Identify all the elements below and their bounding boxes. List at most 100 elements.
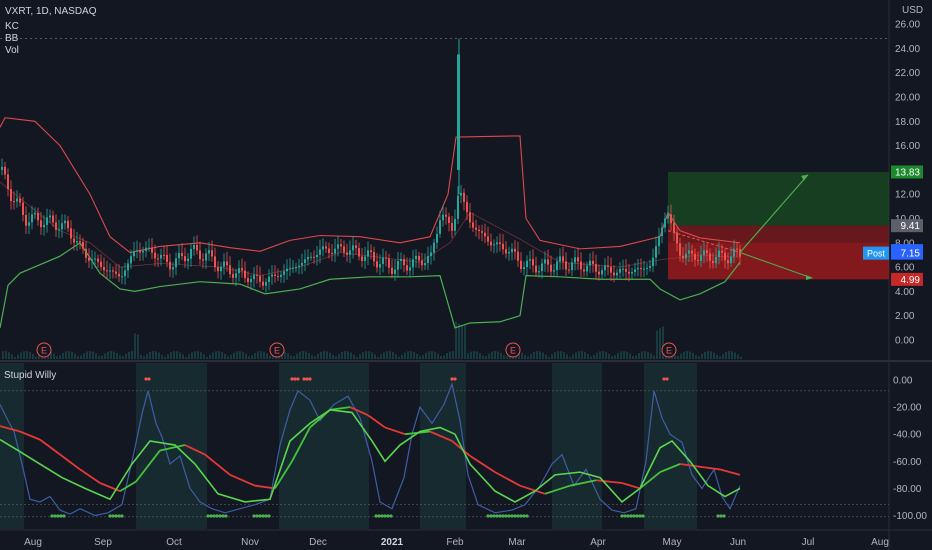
volume-bar <box>356 356 358 359</box>
volume-bar <box>62 352 64 359</box>
volume-bar <box>551 354 553 359</box>
symbol-line: VXRT, 1D, NASDAQ <box>5 6 97 17</box>
bottom-signal-dot <box>383 514 387 518</box>
indicator-shade-5 <box>644 363 697 529</box>
volume-bar <box>476 351 478 359</box>
time-axis-label: Aug <box>24 537 42 548</box>
volume-bar <box>539 351 541 359</box>
volume-bar <box>266 353 268 359</box>
volume-bar <box>533 352 535 359</box>
legend-bb: BB <box>5 33 19 44</box>
candle-body <box>349 250 351 255</box>
legend-kc: KC <box>5 21 19 32</box>
volume-bar <box>581 351 583 359</box>
candle-body <box>586 265 588 272</box>
volume-bar <box>428 351 430 359</box>
volume-bar <box>74 353 76 359</box>
volume-bar <box>392 352 394 359</box>
bottom-signal-dot <box>386 514 390 518</box>
volume-bar <box>20 352 22 359</box>
candle-body <box>175 258 177 268</box>
candle-body <box>562 256 564 262</box>
candle-body <box>694 253 696 260</box>
candle-body <box>457 195 459 219</box>
volume-bar <box>608 353 610 359</box>
candle-body <box>451 223 453 231</box>
bottom-signal-dot <box>377 514 381 518</box>
volume-bar <box>59 355 61 359</box>
candle-body <box>385 257 387 259</box>
candle-body <box>196 244 198 251</box>
candle-body <box>121 276 123 278</box>
volume-bar <box>191 352 193 359</box>
candle-body <box>190 248 192 259</box>
bottom-signal-dot <box>522 514 526 518</box>
volume-bar <box>119 355 121 359</box>
candle-body <box>703 250 705 256</box>
bottom-signal-dot <box>513 514 517 518</box>
top-signal-dot <box>147 377 151 381</box>
volume-bar <box>725 352 727 359</box>
candle-body <box>541 263 543 272</box>
volume-bar <box>494 351 496 359</box>
volume-bar <box>398 356 400 359</box>
indicator-slow-line <box>229 474 256 487</box>
volume-bar <box>443 355 445 359</box>
volume-bar <box>167 354 169 359</box>
candle-body <box>670 214 672 224</box>
candle-body <box>223 261 225 267</box>
time-axis-label: Aug <box>871 537 889 548</box>
volume-bar <box>8 352 10 359</box>
bottom-signal-dot <box>498 514 502 518</box>
candle-body <box>583 269 585 272</box>
candle-body <box>448 216 450 224</box>
candle-body <box>631 272 633 274</box>
candle-body <box>4 166 6 175</box>
candle-body <box>166 254 168 262</box>
candle-body <box>280 274 282 277</box>
candle-body <box>304 259 306 263</box>
candle-body <box>580 261 582 270</box>
volume-bar <box>134 333 136 359</box>
candle-body <box>346 252 348 255</box>
candle-body <box>496 242 498 245</box>
top-signal-dot <box>290 377 294 381</box>
candle-body <box>637 268 639 270</box>
candle-body <box>727 260 729 264</box>
volume-bar <box>578 351 580 359</box>
candle-body <box>94 258 96 260</box>
candle-body <box>601 270 603 275</box>
candle-body <box>265 282 267 286</box>
candle-body <box>22 202 24 216</box>
volume-bar <box>614 355 616 359</box>
top-signal-dot <box>293 377 297 381</box>
volume-bar <box>254 352 256 359</box>
volume-bar <box>506 356 508 359</box>
candle-body <box>733 248 735 257</box>
top-signal-dot <box>144 377 148 381</box>
candle-body <box>421 260 423 266</box>
candle-body <box>481 231 483 233</box>
volume-bar <box>491 351 493 359</box>
volume-bar <box>587 354 589 359</box>
candle-body <box>13 201 15 203</box>
candle-body <box>625 268 627 272</box>
candle-body <box>592 260 594 265</box>
candle-body <box>568 269 570 271</box>
kc-upper-line <box>0 117 741 254</box>
candle-body <box>508 252 510 254</box>
volume-bar <box>437 353 439 359</box>
volume-bar <box>221 352 223 359</box>
volume-bar <box>335 356 337 359</box>
volume-bar <box>161 354 163 359</box>
candle-body <box>163 254 165 256</box>
candle-body <box>241 268 243 271</box>
legend-vol: Vol <box>5 45 19 56</box>
top-signal-dot <box>305 377 309 381</box>
volume-bar <box>149 351 151 359</box>
bottom-signal-dot <box>261 514 265 518</box>
candle-body <box>514 248 516 252</box>
price-tick-label: 26.00 <box>895 20 920 31</box>
volume-bar <box>479 353 481 359</box>
candle-body <box>118 273 120 277</box>
